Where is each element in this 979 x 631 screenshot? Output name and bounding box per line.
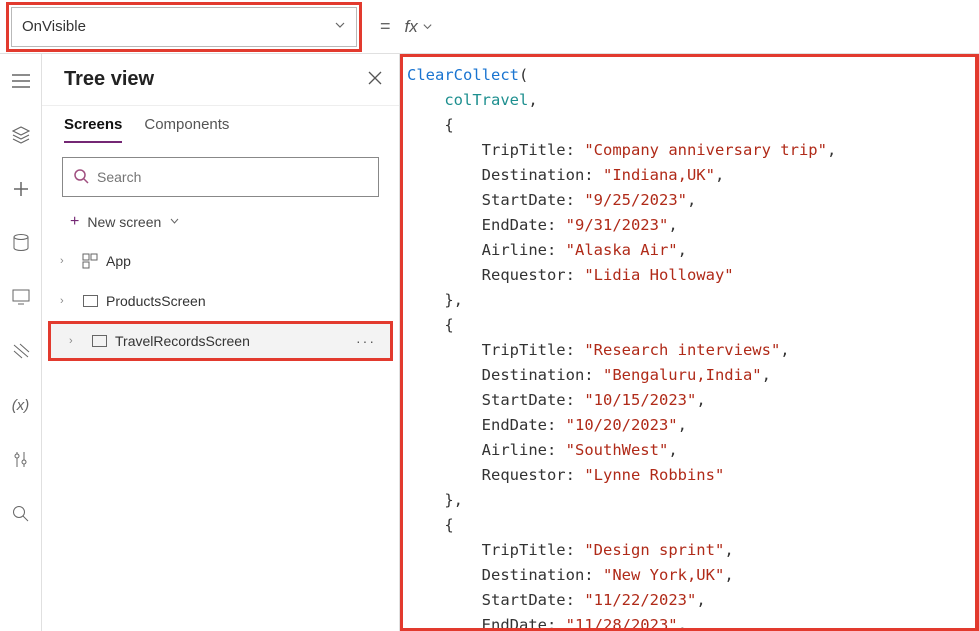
stripe-icon[interactable] (10, 340, 32, 362)
tree-item-label: ProductsScreen (106, 293, 206, 309)
equals-sign: = (380, 16, 391, 37)
close-icon[interactable] (367, 70, 383, 89)
screen-icon (89, 335, 109, 347)
property-selector-highlight: OnVisible (6, 2, 362, 52)
variable-icon[interactable]: (x) (10, 394, 32, 416)
tree-item-travel-records-screen[interactable]: › TravelRecordsScreen ··· (48, 321, 393, 361)
chevron-down-icon (169, 214, 180, 230)
app-icon (80, 253, 100, 269)
left-nav-rail: (x) (0, 54, 42, 631)
new-screen-button[interactable]: + New screen (42, 207, 399, 241)
chevron-right-icon: › (69, 335, 83, 347)
search-icon[interactable] (10, 502, 32, 524)
property-selector[interactable]: OnVisible (11, 7, 357, 47)
menu-icon[interactable] (10, 70, 32, 92)
database-icon[interactable] (10, 232, 32, 254)
chevron-right-icon: › (60, 255, 74, 267)
plus-icon: + (70, 213, 79, 231)
tree-item-label: TravelRecordsScreen (115, 333, 250, 349)
fx-label: fx (405, 17, 418, 37)
formula-code: ClearCollect( colTravel, { TripTitle: "C… (407, 63, 965, 631)
new-screen-label: New screen (87, 214, 161, 230)
settings-icon[interactable] (10, 448, 32, 470)
more-icon[interactable]: ··· (356, 333, 376, 349)
tab-components[interactable]: Components (144, 116, 229, 143)
fx-button[interactable]: fx (405, 17, 433, 37)
tree-view-title: Tree view (64, 68, 154, 91)
chevron-right-icon: › (60, 295, 74, 307)
chevron-down-icon (422, 17, 433, 37)
media-icon[interactable] (10, 286, 32, 308)
search-icon (73, 168, 89, 187)
formula-bar[interactable]: ClearCollect( colTravel, { TripTitle: "C… (400, 54, 979, 631)
tab-screens[interactable]: Screens (64, 116, 122, 143)
tree-item-label: App (106, 253, 131, 269)
search-input-wrapper[interactable] (62, 157, 379, 197)
chevron-down-icon (334, 18, 346, 35)
plus-icon[interactable] (10, 178, 32, 200)
search-input[interactable] (97, 169, 368, 185)
tree-view-panel: Tree view Screens Components + New scree… (42, 54, 400, 631)
tree-item-products-screen[interactable]: › ProductsScreen (42, 281, 399, 321)
screen-icon (80, 295, 100, 307)
property-selector-value: OnVisible (22, 18, 86, 35)
tree-item-app[interactable]: › App (42, 241, 399, 281)
layers-icon[interactable] (10, 124, 32, 146)
